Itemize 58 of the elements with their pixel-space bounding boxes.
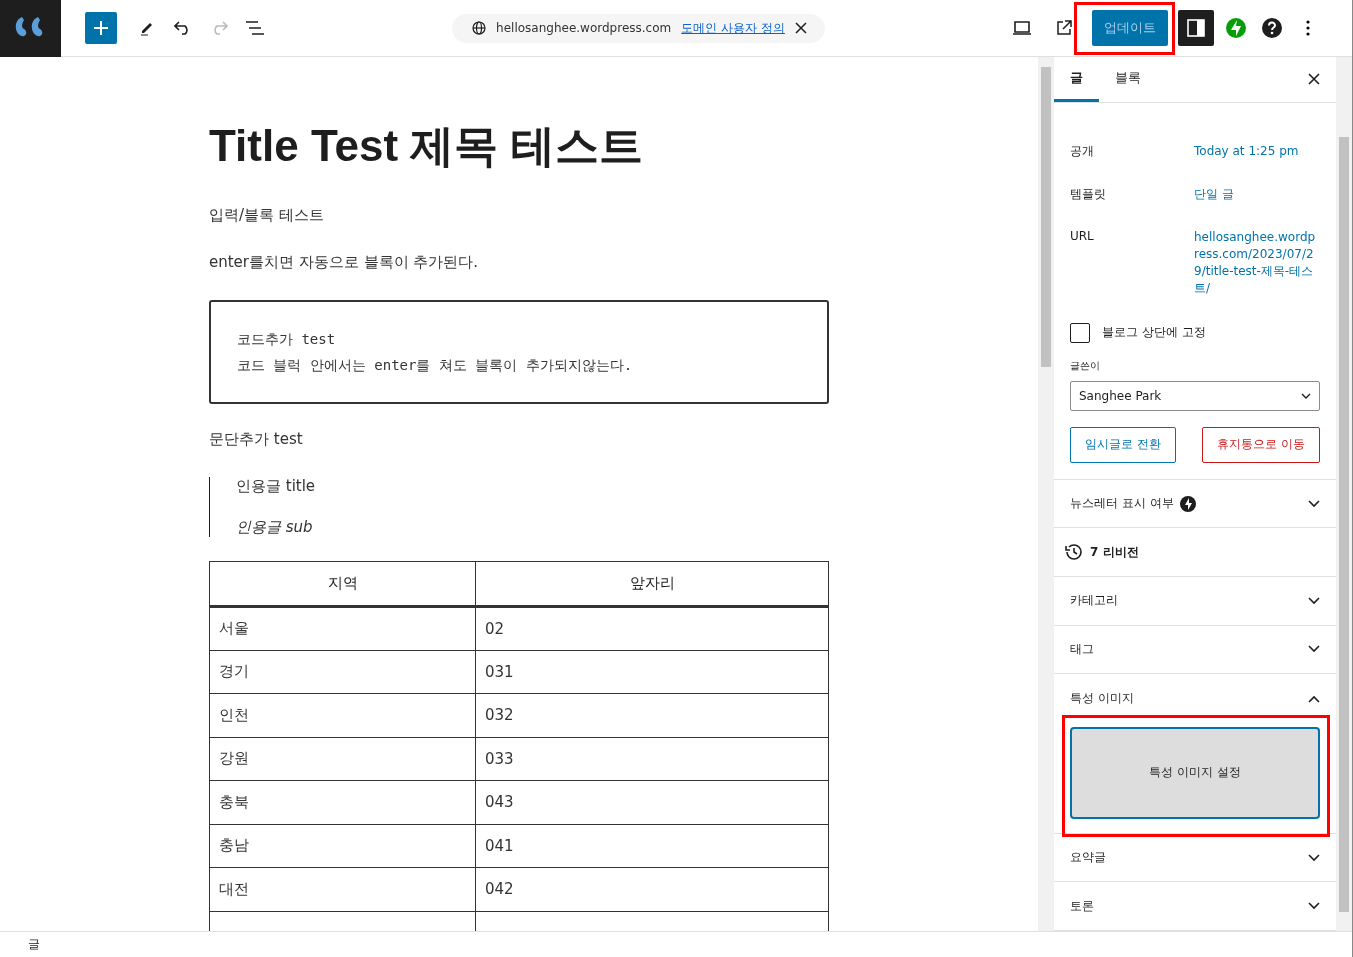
table-cell: 강원 xyxy=(209,737,476,781)
table-cell: 인천 xyxy=(209,693,476,737)
table-cell: 충북 xyxy=(209,780,476,824)
table-cell: 경기 xyxy=(209,650,476,694)
set-featured-image-button[interactable]: 특성 이미지 설정 xyxy=(1070,726,1320,819)
sidebar-tab[interactable]: 블록 xyxy=(1099,57,1157,102)
table-cell: 041 xyxy=(475,824,829,868)
quote-text: 인용글 title xyxy=(236,477,317,496)
chevron-down-icon xyxy=(1308,499,1320,508)
chevron-down-icon xyxy=(1301,392,1311,399)
status-bar: 글 xyxy=(0,931,1352,957)
table-cell: 033 xyxy=(475,737,829,781)
globe-icon xyxy=(472,21,487,35)
chevron-up-icon xyxy=(1308,694,1320,703)
paragraph: enter를치면 자동으로 블록이 추가된다. xyxy=(209,253,480,272)
move-to-trash-button[interactable]: 휴지통으로 이동 xyxy=(1202,426,1320,463)
chevron-down-icon xyxy=(1308,596,1320,605)
field-label: 템플릿 xyxy=(1070,185,1107,203)
table-cell: 충남 xyxy=(209,824,476,868)
post-title[interactable]: Title Test 제목 테스트 xyxy=(209,117,1038,176)
domain-link[interactable]: 도메인 사용자 정의 xyxy=(681,19,785,37)
sidebar-tab[interactable]: 글 xyxy=(1054,57,1099,102)
table-cell: 043 xyxy=(475,780,829,824)
quote-citation: 인용글 sub xyxy=(236,518,314,537)
table-cell: 대전 xyxy=(209,867,476,911)
table-cell: 042 xyxy=(475,867,829,911)
paragraph: 문단추가 test xyxy=(209,430,304,449)
site-address: hellosanghee.wordpress.com xyxy=(496,21,672,35)
field-value-link[interactable]: 단일 글 xyxy=(1194,185,1320,203)
chevron-down-icon xyxy=(1308,645,1320,654)
checkbox[interactable] xyxy=(1070,322,1090,343)
field-value-link[interactable]: hellosanghee.wordpress.com/2023/07/29/title-test-제목-테스트/ xyxy=(1194,228,1320,297)
switch-to-draft-button[interactable]: 임시글로 전환 xyxy=(1070,426,1176,463)
scrollbar[interactable] xyxy=(1038,57,1054,931)
table-cell: 031 xyxy=(475,650,829,694)
plus-icon xyxy=(93,20,109,36)
paragraph: 입력/블록 테스트 xyxy=(209,206,325,225)
table-cell: 서울 xyxy=(209,606,476,650)
table-header: 지역 xyxy=(209,561,476,607)
chevron-down-icon xyxy=(1308,902,1320,911)
code-block: 코드추가 test 코드 블럭 안에서는 enter를 쳐도 블록이 추가되지않는다. xyxy=(209,300,829,404)
field-value-link[interactable]: Today at 1:25 pm xyxy=(1194,142,1320,160)
close-icon[interactable] xyxy=(794,22,807,34)
author-select[interactable]: Sanghee Park xyxy=(1070,380,1320,411)
checkbox-label: 블로그 상단에 고정 xyxy=(1102,324,1206,342)
sidebar-toggle-icon[interactable] xyxy=(1178,10,1214,46)
history-icon xyxy=(1064,542,1084,563)
field-label: 공개 xyxy=(1070,142,1095,160)
bolt-icon xyxy=(1179,495,1196,512)
logo-icon[interactable] xyxy=(0,0,61,57)
table-cell: 032 xyxy=(475,693,829,737)
scrollbar[interactable] xyxy=(1336,57,1352,931)
field-label: 글쓴이 xyxy=(1070,358,1101,373)
chevron-down-icon xyxy=(1308,853,1320,862)
add-block-button[interactable] xyxy=(85,12,117,44)
table-header: 앞자리 xyxy=(475,561,829,607)
table-cell: 02 xyxy=(475,606,829,650)
field-label: URL xyxy=(1070,228,1095,245)
